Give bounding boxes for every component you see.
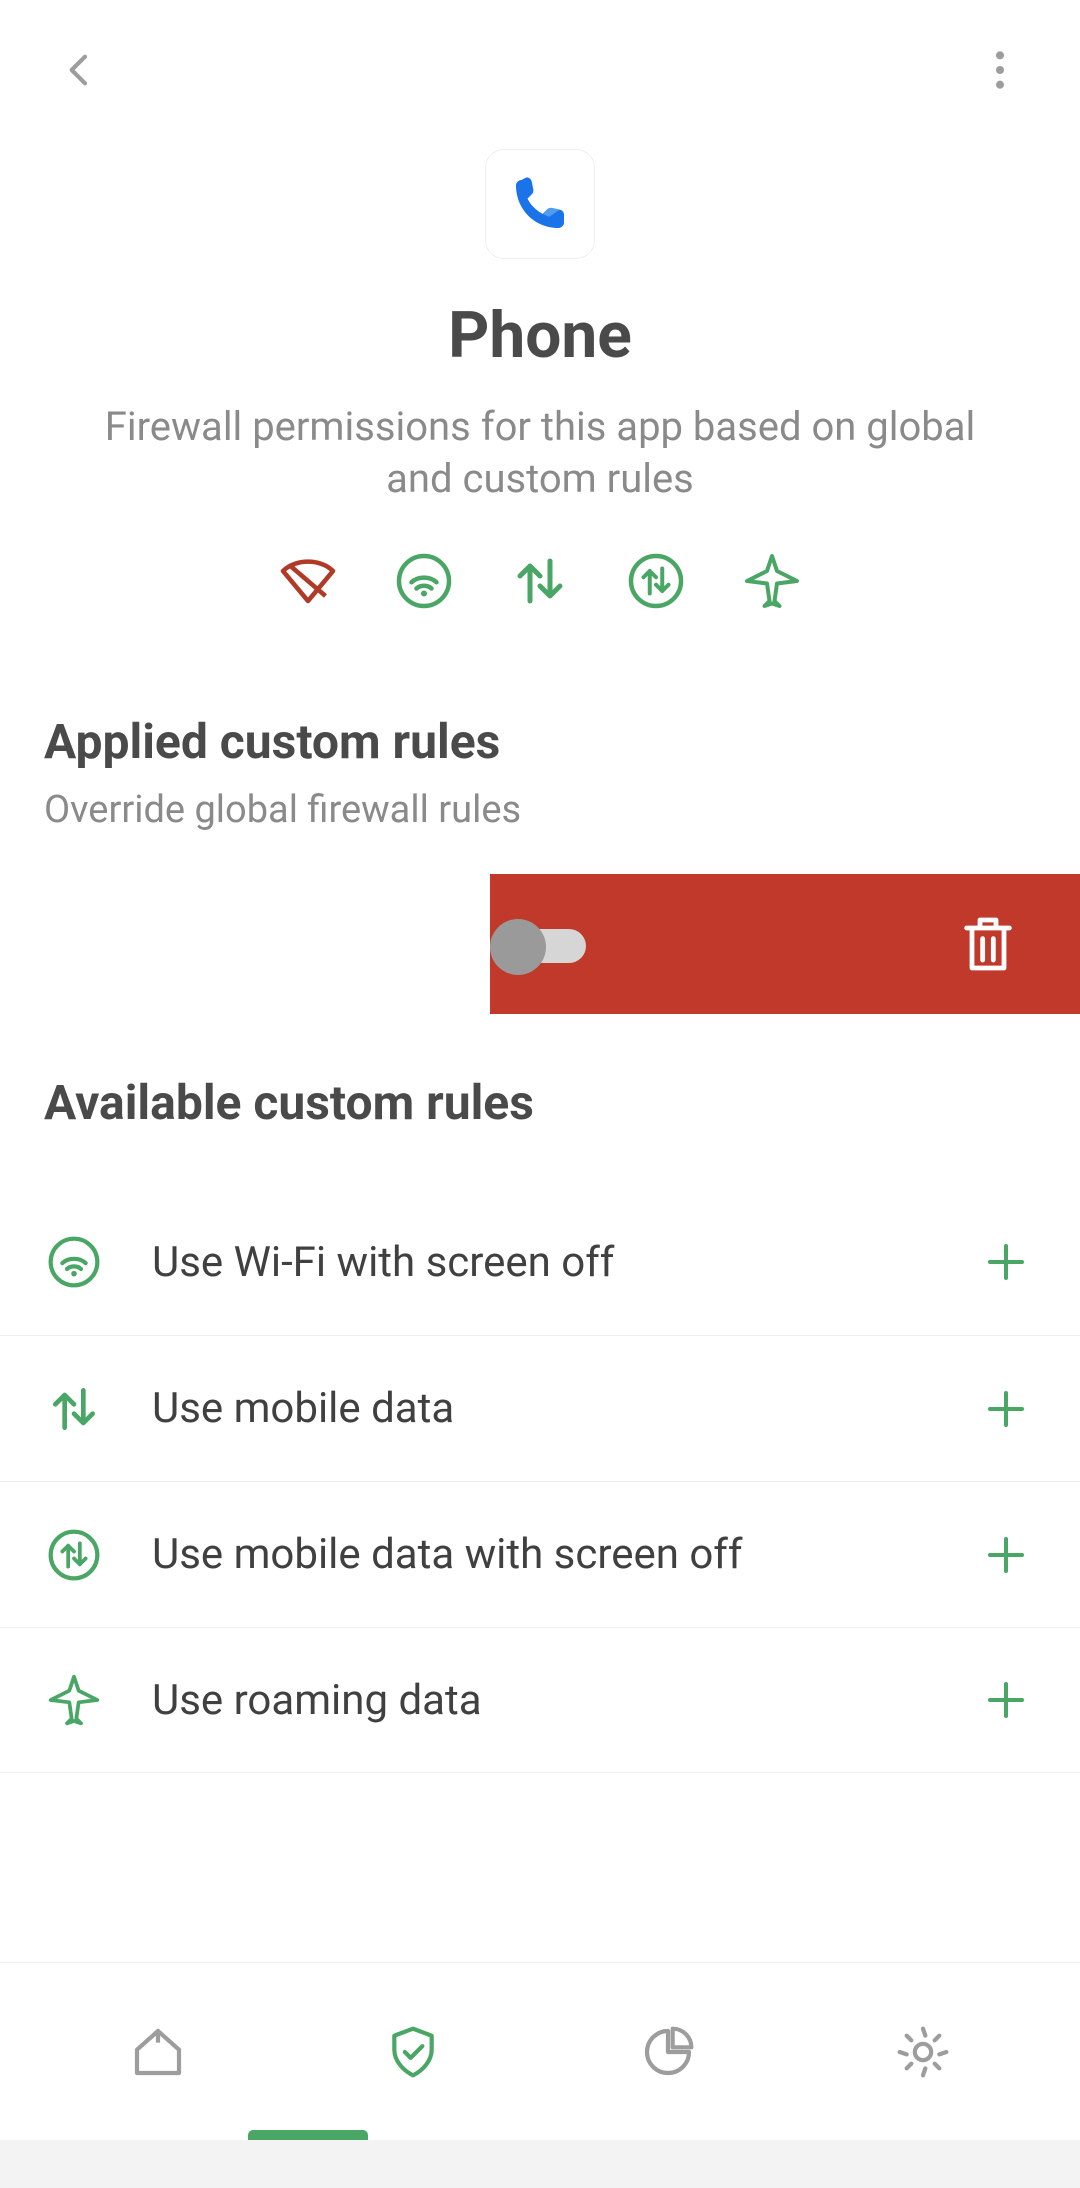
gear-icon	[895, 2024, 951, 2080]
shield-check-icon	[385, 2024, 441, 2080]
available-rules-title: Available custom rules	[44, 1074, 1036, 1131]
top-bar	[0, 0, 1080, 140]
plus-icon	[982, 1676, 1030, 1724]
more-vert-icon	[983, 48, 1017, 92]
add-rule-button[interactable]	[976, 1525, 1036, 1585]
plus-icon	[982, 1238, 1030, 1286]
wifi-circle-icon	[44, 1232, 104, 1292]
add-rule-button[interactable]	[976, 1379, 1036, 1439]
rule-label: Use roaming data	[152, 1676, 976, 1725]
wifi-circle-icon	[394, 551, 454, 611]
available-rules-section: Available custom rules	[0, 1014, 1080, 1149]
applied-rule-row[interactable]	[0, 874, 1080, 1014]
perm-wifi-blocked[interactable]	[276, 549, 340, 613]
nav-shield-active[interactable]	[373, 2012, 453, 2092]
nav-settings[interactable]	[883, 2012, 963, 2092]
pie-chart-icon	[640, 2024, 696, 2080]
available-rules-list: Use Wi-Fi with screen off Use mobile dat…	[0, 1189, 1080, 1773]
toggle-thumb	[490, 919, 546, 975]
airplane-icon	[742, 551, 802, 611]
chevron-left-icon	[60, 50, 100, 90]
gesture-bar	[0, 2140, 1080, 2188]
rule-roaming-data[interactable]: Use roaming data	[0, 1627, 1080, 1773]
mobile-data-circle-icon	[626, 551, 686, 611]
app-subtitle: Firewall permissions for this app based …	[70, 401, 1010, 505]
back-button[interactable]	[40, 30, 120, 110]
rule-label: Use mobile data	[152, 1384, 976, 1433]
rule-wifi-screen-off[interactable]: Use Wi-Fi with screen off	[0, 1189, 1080, 1335]
app-icon	[486, 150, 594, 258]
applied-rules-section: Applied custom rules Override global fir…	[0, 653, 1080, 832]
applied-rule-toggle[interactable]	[494, 919, 586, 969]
trash-icon	[956, 912, 1020, 976]
more-button[interactable]	[960, 30, 1040, 110]
permission-summary-row	[276, 549, 804, 613]
mobile-data-icon	[510, 551, 570, 611]
applied-rules-subtitle: Override global firewall rules	[44, 788, 1036, 832]
mobile-data-icon	[44, 1379, 104, 1439]
perm-airplane[interactable]	[740, 549, 804, 613]
home-icon	[130, 2024, 186, 2080]
rule-mobile-data[interactable]: Use mobile data	[0, 1335, 1080, 1481]
rule-mobile-data-screen-off[interactable]: Use mobile data with screen off	[0, 1481, 1080, 1627]
nav-active-indicator	[248, 2130, 368, 2140]
rule-label: Use mobile data with screen off	[152, 1530, 976, 1579]
applied-rules-title: Applied custom rules	[44, 713, 1036, 770]
plus-icon	[982, 1385, 1030, 1433]
plus-icon	[982, 1531, 1030, 1579]
nav-stats[interactable]	[628, 2012, 708, 2092]
rule-label: Use Wi-Fi with screen off	[152, 1238, 976, 1287]
nav-home[interactable]	[118, 2012, 198, 2092]
app-header: Phone Firewall permissions for this app …	[0, 140, 1080, 653]
wifi-blocked-icon	[278, 551, 338, 611]
app-title: Phone	[448, 298, 632, 373]
airplane-icon	[44, 1670, 104, 1730]
perm-mobile-data-circle[interactable]	[624, 549, 688, 613]
perm-wifi-circle[interactable]	[392, 549, 456, 613]
add-rule-button[interactable]	[976, 1232, 1036, 1292]
add-rule-button[interactable]	[976, 1670, 1036, 1730]
mobile-data-circle-icon	[44, 1525, 104, 1585]
phone-icon	[508, 172, 572, 236]
bottom-nav	[0, 1962, 1080, 2140]
perm-mobile-data[interactable]	[508, 549, 572, 613]
